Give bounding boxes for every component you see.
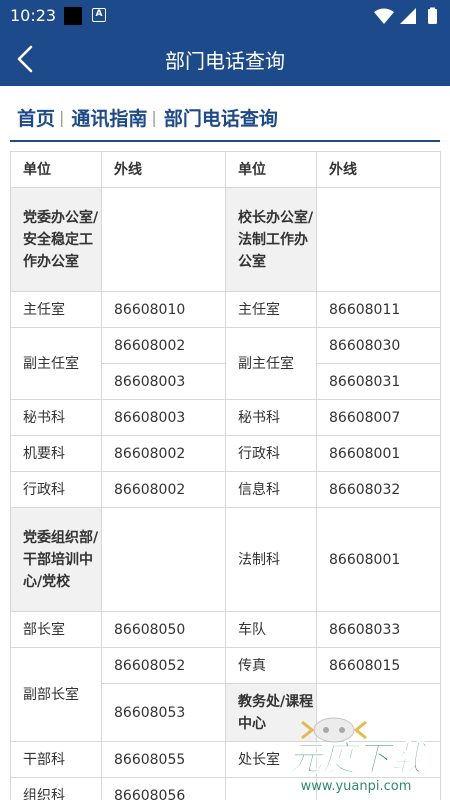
phone-cell[interactable]: 86608007 (316, 399, 441, 436)
phone-cell[interactable]: 86608032 (316, 471, 441, 508)
breadcrumb-home-link[interactable]: 首页 (17, 104, 55, 131)
status-bar: 10:23 A (0, 0, 450, 32)
department-header: 党委办公室/安全稳定工作办公室 (10, 187, 102, 292)
table-row: 党委办公室/安全稳定工作办公室 校长办公室/法制工作办公室 (10, 187, 441, 292)
breadcrumb: 首页 | 通讯指南 | 部门电话查询 (17, 103, 278, 131)
phone-cell[interactable]: 86608001 (316, 507, 441, 612)
unit-cell: 副主任室 (10, 327, 102, 400)
phone-cell (101, 507, 226, 612)
column-header-unit: 单位 (10, 151, 102, 188)
a-badge-icon: A (92, 8, 106, 22)
column-header-phone: 外线 (316, 151, 441, 188)
phone-cell[interactable]: 86608002 (101, 435, 226, 472)
watermark-brand: 元度下载 (288, 739, 429, 779)
unit-cell: 信息科 (225, 471, 317, 508)
watermark-url: www.yuanpi.com (301, 779, 412, 794)
unit-cell: 机要科 (10, 435, 102, 472)
table-row: 副主任室 86608002 副主任室 86608030 (10, 327, 441, 400)
notification-icon (64, 7, 82, 25)
table-row: 副部长室 86608052 传真 86608015 (10, 647, 441, 742)
unit-cell: 法制科 (225, 507, 317, 612)
phone-cell[interactable]: 86608011 (316, 291, 441, 328)
phone-cell[interactable]: 86608031 (316, 363, 441, 400)
page-title: 部门电话查询 (165, 49, 285, 73)
table-row: 机要科 86608002 行政科 86608001 (10, 435, 441, 472)
unit-cell: 秘书科 (10, 399, 102, 436)
phone-cell[interactable]: 86608002 (101, 327, 226, 364)
table-row: 党委组织部/干部培训中心/党校 法制科 86608001 (10, 507, 441, 612)
watermark-logo: 元度下载 www.yuanpi.com (288, 717, 429, 794)
unit-cell: 行政科 (225, 435, 317, 472)
column-header-unit: 单位 (225, 151, 317, 188)
table-row: 部长室 86608050 车队 86608033 (10, 611, 441, 648)
unit-cell: 组织科 (10, 777, 102, 800)
unit-cell: 传真 (225, 647, 317, 684)
phone-cell[interactable]: 86608056 (101, 777, 226, 800)
wifi-icon (374, 8, 394, 24)
phone-cell[interactable]: 86608033 (316, 611, 441, 648)
department-header: 校长办公室/法制工作办公室 (225, 187, 317, 292)
breadcrumb-current: 部门电话查询 (163, 107, 278, 130)
battery-icon (428, 9, 437, 24)
unit-cell: 主任室 (10, 291, 102, 328)
unit-cell: 车队 (225, 611, 317, 648)
status-icons (374, 7, 437, 24)
unit-cell: 干部科 (10, 741, 102, 778)
phone-cell[interactable]: 86608003 (101, 399, 226, 436)
phone-cell (316, 187, 441, 292)
breadcrumb-separator: | (151, 107, 157, 127)
phone-cell[interactable]: 86608001 (316, 435, 441, 472)
phone-cell[interactable]: 86608003 (101, 363, 226, 400)
phone-cell[interactable]: 86608055 (101, 741, 226, 778)
unit-cell: 行政科 (10, 471, 102, 508)
unit-cell: 秘书科 (225, 399, 317, 436)
table-header-row: 单位 外线 单位 外线 (10, 151, 441, 188)
table-row: 行政科 86608002 信息科 86608032 (10, 471, 441, 508)
phone-cell (101, 187, 226, 292)
column-header-phone: 外线 (101, 151, 226, 188)
breadcrumb-divider (10, 140, 440, 142)
unit-cell: 主任室 (225, 291, 317, 328)
breadcrumb-guide-link[interactable]: 通讯指南 (71, 104, 147, 131)
unit-cell: 部长室 (10, 611, 102, 648)
department-header: 党委组织部/干部培训中心/党校 (10, 507, 102, 612)
table-row: 秘书科 86608003 秘书科 86608007 (10, 399, 441, 436)
phone-cell[interactable]: 86608002 (101, 471, 226, 508)
unit-cell: 副部长室 (10, 647, 102, 742)
phone-cell[interactable]: 86608030 (316, 327, 441, 364)
phone-cell[interactable]: 86608052 (101, 647, 226, 684)
phone-cell[interactable]: 86608010 (101, 291, 226, 328)
table-row: 主任室 86608010 主任室 86608011 (10, 291, 441, 328)
signal-icon (400, 8, 416, 24)
phone-cell[interactable]: 86608053 (101, 683, 226, 742)
phone-cell[interactable]: 86608050 (101, 611, 226, 648)
unit-cell: 副主任室 (225, 327, 317, 400)
app-bar: 部门电话查询 (0, 32, 450, 86)
status-time: 10:23 (10, 6, 57, 25)
phone-cell[interactable]: 86608015 (316, 647, 441, 684)
breadcrumb-separator: | (59, 107, 65, 127)
